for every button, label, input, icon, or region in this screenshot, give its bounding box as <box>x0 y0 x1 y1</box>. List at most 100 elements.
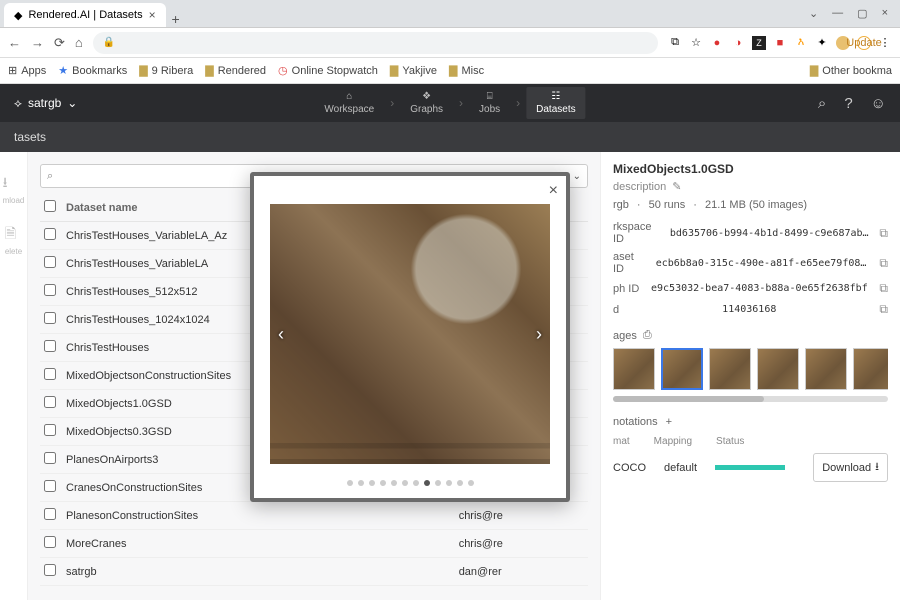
chevron-down-icon[interactable]: ⌄ <box>809 7 818 20</box>
breadcrumb: tasets <box>0 122 900 152</box>
bookmarks-bar: ⊞Apps ★Bookmarks ▇9 Ribera ▇Rendered ◷On… <box>0 58 900 84</box>
pagination-dot[interactable] <box>369 480 375 486</box>
row-checkbox[interactable] <box>44 312 56 324</box>
nav-workspace[interactable]: ⌂Workspace <box>314 87 384 119</box>
update-button[interactable]: Update <box>857 36 871 50</box>
ext-icon[interactable]: ● <box>710 36 724 50</box>
pagination-dot[interactable] <box>413 480 419 486</box>
pagination-dot[interactable] <box>347 480 353 486</box>
download-rail-button[interactable]: ⭳mload <box>3 172 25 205</box>
nav-graphs[interactable]: ❖Graphs <box>400 87 453 119</box>
copy-icon[interactable]: ⧉ <box>879 256 888 271</box>
new-tab-button[interactable]: + <box>166 11 186 27</box>
maximize-icon[interactable]: ▢ <box>857 7 867 20</box>
bookmark-item[interactable]: ⊞Apps <box>8 64 46 77</box>
row-checkbox[interactable] <box>44 536 56 548</box>
nav-jobs[interactable]: ⌸Jobs <box>469 87 510 119</box>
pagination-dot[interactable] <box>380 480 386 486</box>
dataset-title: MixedObjects1.0GSD <box>613 162 888 176</box>
thumbnail[interactable] <box>805 348 847 390</box>
header-actions: ⌕ ? ☺ <box>818 95 886 112</box>
back-icon[interactable]: ← <box>8 35 21 51</box>
row-checkbox[interactable] <box>44 284 56 296</box>
pagination-dot[interactable] <box>468 480 474 486</box>
copy-icon[interactable]: ⧉ <box>879 302 888 317</box>
row-checkbox[interactable] <box>44 508 56 520</box>
row-checkbox[interactable] <box>44 396 56 408</box>
thumbnail[interactable] <box>757 348 799 390</box>
row-checkbox[interactable] <box>44 340 56 352</box>
chevron-down-icon[interactable]: ⌄ <box>573 171 581 182</box>
edit-icon[interactable]: ✎ <box>672 180 681 193</box>
bookmark-item[interactable]: ◷Online Stopwatch <box>278 64 378 77</box>
bookmark-item[interactable]: ▇Rendered <box>205 64 266 77</box>
id-row: aset IDecb6b8a0-315c-490e-a81f-e65ee79f0… <box>613 251 888 275</box>
close-icon[interactable]: × <box>882 7 888 20</box>
copy-icon[interactable]: ⧉ <box>879 281 888 296</box>
id-row: rkspace IDbd635706-b994-4b1d-8499-c9e687… <box>613 221 888 245</box>
row-checkbox[interactable] <box>44 228 56 240</box>
menu-icon[interactable]: ⋮ <box>878 36 892 50</box>
row-checkbox[interactable] <box>44 480 56 492</box>
puzzle-icon[interactable]: ✦ <box>815 36 829 50</box>
bookmark-item[interactable]: ▇Misc <box>449 64 484 77</box>
table-row[interactable]: PlanesonConstructionSiteschris@re <box>40 502 588 530</box>
thumbnail[interactable] <box>709 348 751 390</box>
id-value: bd635706-b994-4b1d-8499-c9e687ab7f31 <box>670 228 872 239</box>
row-checkbox[interactable] <box>44 424 56 436</box>
thumbnail[interactable] <box>661 348 703 390</box>
user-icon[interactable]: ☺ <box>871 95 886 112</box>
annotation-row: COCO default Download ⭳ <box>613 453 888 482</box>
pagination-dot[interactable] <box>446 480 452 486</box>
star-icon[interactable]: ☆ <box>689 36 703 50</box>
pagination-dot[interactable] <box>402 480 408 486</box>
bookmark-item[interactable]: ▇9 Ribera <box>139 64 193 77</box>
url-input[interactable]: 🔒 <box>93 32 658 54</box>
delete-rail-button[interactable]: 🗎elete <box>5 223 22 256</box>
share-icon[interactable]: ⧉ <box>668 36 682 50</box>
ext-icon[interactable]: ◑ <box>731 36 745 50</box>
camera-icon[interactable]: ⎙ <box>643 329 652 342</box>
row-checkbox[interactable] <box>44 452 56 464</box>
download-button[interactable]: Download ⭳ <box>813 453 888 482</box>
bookmark-item[interactable]: ★Bookmarks <box>58 64 127 77</box>
logo-icon: ⟡ <box>14 96 22 111</box>
close-icon[interactable]: × <box>549 182 558 200</box>
bookmark-item[interactable]: ▇Yakjive <box>390 64 437 77</box>
pagination-dot[interactable] <box>457 480 463 486</box>
rss-icon[interactable]: እ <box>794 36 808 50</box>
nav-datasets[interactable]: ☷Datasets <box>526 87 585 119</box>
ext-icon[interactable]: ■ <box>773 36 787 50</box>
thumbnail-scrollbar[interactable] <box>613 396 888 402</box>
pagination-dot[interactable] <box>435 480 441 486</box>
reload-icon[interactable]: ⟳ <box>54 35 65 51</box>
plus-icon[interactable]: + <box>666 416 672 428</box>
search-icon[interactable]: ⌕ <box>818 95 826 112</box>
thumbnail[interactable] <box>613 348 655 390</box>
pagination-dot[interactable] <box>391 480 397 486</box>
prev-arrow-icon[interactable]: ‹ <box>278 324 284 345</box>
next-arrow-icon[interactable]: › <box>536 324 542 345</box>
pagination-dot[interactable] <box>424 480 430 486</box>
row-checkbox[interactable] <box>44 564 56 576</box>
select-all-checkbox[interactable] <box>44 200 56 212</box>
other-bookmarks[interactable]: ▇Other bookma <box>810 64 892 77</box>
forward-icon[interactable]: → <box>31 35 44 51</box>
row-checkbox[interactable] <box>44 256 56 268</box>
minimize-icon[interactable]: — <box>832 7 843 20</box>
pagination-dot[interactable] <box>358 480 364 486</box>
description-row[interactable]: description ✎ <box>613 180 888 193</box>
browser-tab[interactable]: ◆ Rendered.AI | Datasets × <box>4 3 166 27</box>
copy-icon[interactable]: ⧉ <box>879 226 888 241</box>
workspace-selector[interactable]: ⟡ satrgb ⌄ <box>14 96 77 111</box>
table-row[interactable]: satrgbdan@rer <box>40 558 588 586</box>
help-icon[interactable]: ? <box>844 95 852 112</box>
thumbnail[interactable] <box>853 348 888 390</box>
close-icon[interactable]: × <box>149 8 156 22</box>
row-checkbox[interactable] <box>44 368 56 380</box>
table-row[interactable]: MoreCraneschris@re <box>40 530 588 558</box>
progress-bar <box>715 465 785 470</box>
ext-icon[interactable]: Z <box>752 36 766 50</box>
home-icon[interactable]: ⌂ <box>75 35 83 51</box>
window-controls: ⌄ — ▢ × <box>801 7 896 20</box>
